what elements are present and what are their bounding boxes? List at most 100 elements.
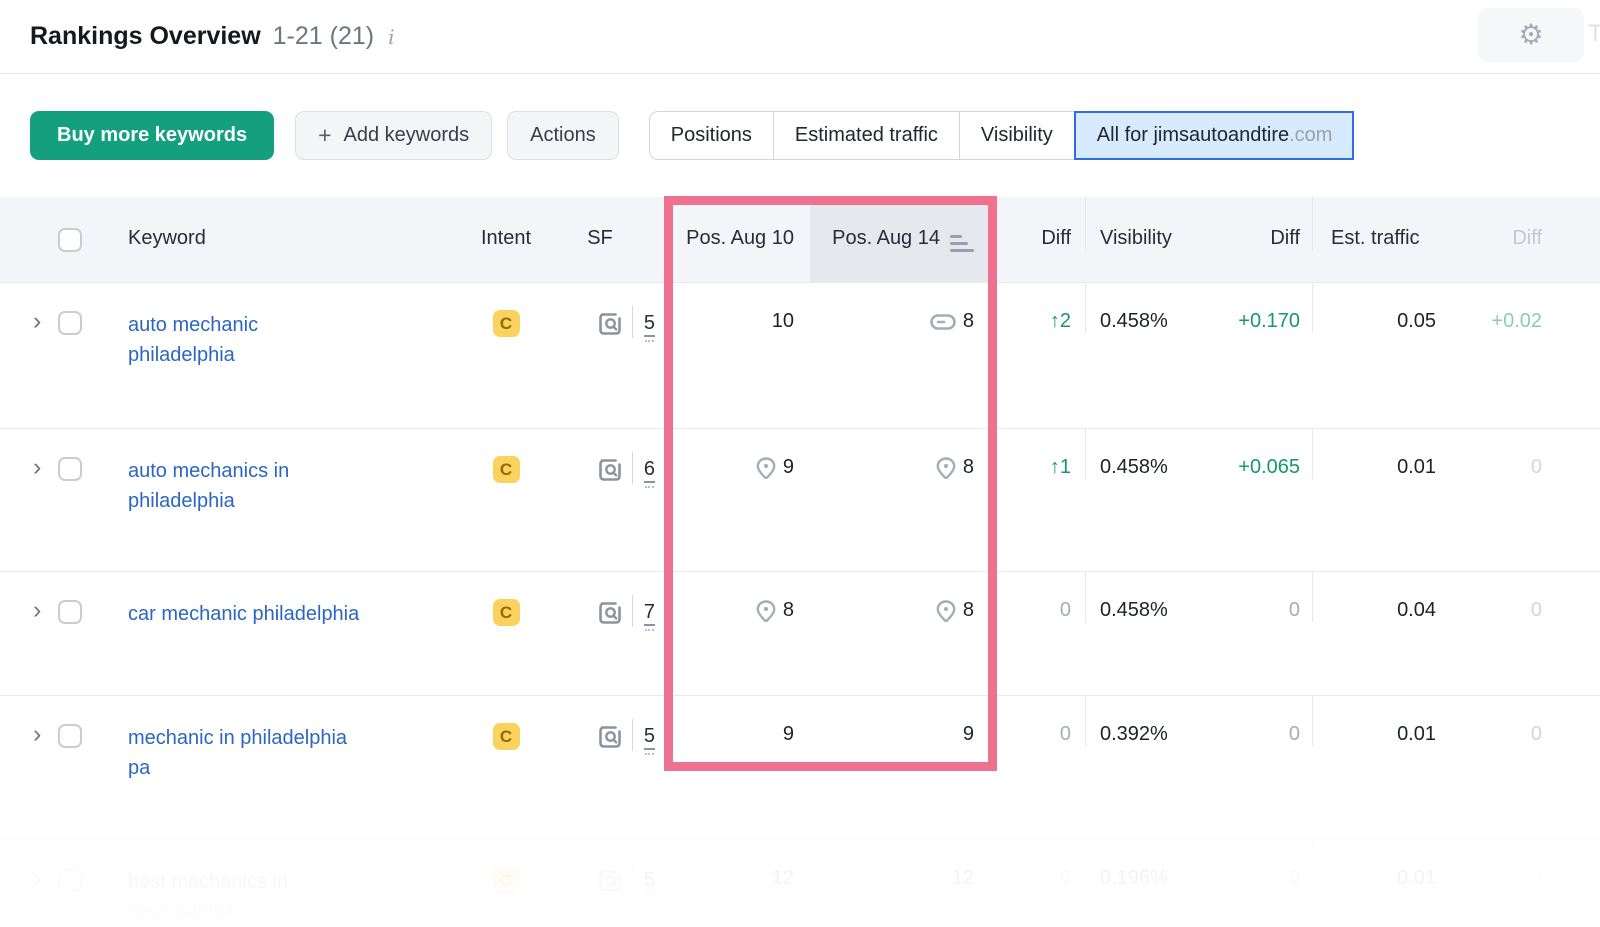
intent-badge[interactable]: C	[493, 723, 520, 750]
expand-row-chevron-icon[interactable]: ›	[33, 456, 41, 478]
divider	[632, 595, 633, 627]
visibility-diff-value: +0.065	[1238, 456, 1300, 479]
est-traffic-value: 0.01	[1397, 456, 1436, 479]
row-checkbox[interactable]	[58, 311, 82, 335]
sf-count[interactable]: 7	[644, 601, 655, 626]
table-row: › mechanic in philadelphia pa C 5 9 9 0 …	[0, 695, 1600, 839]
table-row: › auto mechanic philadelphia C 5 10 8 ↑2…	[0, 282, 1600, 428]
sort-descending-icon	[950, 235, 974, 252]
tab-visibility[interactable]: Visibility	[959, 111, 1075, 160]
intent-badge[interactable]: C	[493, 456, 520, 483]
intent-badge[interactable]: C	[493, 867, 520, 894]
position-aug10-value: 12	[772, 867, 794, 890]
column-header-est-traffic[interactable]: Est. traffic	[1312, 197, 1462, 250]
column-header-diff-position[interactable]: Diff	[990, 197, 1085, 250]
toolbar: Buy more keywords + Add keywords Actions…	[30, 111, 1600, 160]
tab-positions[interactable]: Positions	[649, 111, 774, 160]
est-traffic-diff-value: 0	[1531, 456, 1542, 479]
visibility-value: 0.458%	[1100, 310, 1168, 333]
divider	[632, 863, 633, 895]
column-header-visibility[interactable]: Visibility	[1085, 197, 1235, 250]
keyword-link[interactable]: car mechanic philadelphia	[128, 599, 359, 629]
column-header-pos-aug-14[interactable]: Pos. Aug 14	[810, 197, 990, 282]
position-diff-value: 0	[1060, 867, 1071, 890]
position-diff-value: 0	[1060, 599, 1071, 622]
column-header-diff-traffic[interactable]: Diff	[1462, 197, 1600, 250]
est-traffic-diff-value: 0	[1531, 599, 1542, 622]
visibility-value: 0.458%	[1100, 456, 1168, 479]
expand-row-chevron-icon[interactable]: ›	[33, 310, 41, 332]
row-checkbox[interactable]	[58, 600, 82, 624]
actions-button[interactable]: Actions	[507, 111, 619, 160]
keyword-link[interactable]: best mechanics in philadelphia	[128, 867, 288, 927]
add-keywords-button[interactable]: + Add keywords	[295, 111, 492, 160]
intent-badge[interactable]: C	[493, 310, 520, 337]
sf-count[interactable]: 5	[644, 312, 655, 337]
table-header-row: Keyword Intent SF Pos. Aug 10 Pos. Aug 1…	[0, 197, 1600, 282]
visibility-diff-value: 0	[1289, 723, 1300, 746]
add-keywords-label: Add keywords	[344, 124, 470, 147]
position-diff-value: ↑1	[1050, 456, 1071, 479]
table-row: › car mechanic philadelphia C 7 8 8 0 0.…	[0, 571, 1600, 695]
settings-button[interactable]: ⚙	[1478, 8, 1584, 62]
tab-all-label: All for jimsautoandtire	[1097, 124, 1289, 147]
position-aug10-value: 9	[783, 723, 794, 746]
table-row: › best mechanics in philadelphia C 5 12 …	[0, 839, 1600, 927]
column-header-diff-visibility[interactable]: Diff	[1235, 197, 1312, 250]
intent-badge[interactable]: C	[493, 599, 520, 626]
est-traffic-diff-value: 0	[1531, 723, 1542, 746]
est-traffic-diff-value: 0	[1531, 867, 1542, 890]
info-icon[interactable]: i	[388, 25, 394, 49]
sf-count[interactable]: 6	[644, 458, 655, 483]
serp-features-icon[interactable]	[599, 870, 621, 892]
plus-icon: +	[318, 124, 331, 147]
visibility-value: 0.196%	[1100, 867, 1168, 890]
table-row: › auto mechanics in philadelphia C 6 9 8…	[0, 428, 1600, 571]
expand-row-chevron-icon[interactable]: ›	[33, 599, 41, 621]
row-checkbox[interactable]	[58, 724, 82, 748]
position-aug14-value: 8	[963, 456, 974, 479]
column-header-sf[interactable]: SF	[545, 197, 665, 250]
buy-more-keywords-button[interactable]: Buy more keywords	[30, 111, 274, 160]
position-diff-value: ↑2	[1050, 310, 1071, 333]
visibility-value: 0.458%	[1100, 599, 1168, 622]
keyword-link[interactable]: auto mechanics in philadelphia	[128, 456, 289, 516]
map-pin-icon	[936, 600, 956, 622]
est-traffic-value: 0.01	[1397, 723, 1436, 746]
visibility-diff-value: 0	[1289, 599, 1300, 622]
expander-column-spacer	[0, 197, 58, 227]
position-diff-value: 0	[1060, 723, 1071, 746]
map-pin-icon	[756, 600, 776, 622]
position-aug10-value: 8	[783, 599, 794, 622]
est-traffic-value: 0.04	[1397, 599, 1436, 622]
row-checkbox[interactable]	[58, 868, 82, 892]
map-pin-icon	[756, 457, 776, 479]
expand-row-chevron-icon[interactable]: ›	[33, 723, 41, 745]
page-title: Rankings Overview	[30, 22, 261, 51]
serp-features-icon[interactable]	[599, 602, 621, 624]
serp-features-icon[interactable]	[599, 459, 621, 481]
expand-row-chevron-icon[interactable]: ›	[33, 867, 41, 889]
select-all-checkbox[interactable]	[58, 228, 82, 252]
serp-features-icon[interactable]	[599, 726, 621, 748]
sf-count[interactable]: 5	[644, 725, 655, 750]
est-traffic-value: 0.05	[1397, 310, 1436, 333]
column-header-keyword[interactable]: Keyword	[102, 197, 467, 250]
serp-features-icon[interactable]	[599, 313, 621, 335]
column-header-intent[interactable]: Intent	[467, 197, 545, 250]
row-checkbox[interactable]	[58, 457, 82, 481]
visibility-value: 0.392%	[1100, 723, 1168, 746]
tab-all-for-domain[interactable]: All for jimsautoandtire.com	[1074, 111, 1355, 160]
est-traffic-value: 0.01	[1397, 867, 1436, 890]
position-aug14-value: 8	[963, 599, 974, 622]
position-aug14-value: 12	[952, 867, 974, 890]
tab-estimated-traffic[interactable]: Estimated traffic	[773, 111, 960, 160]
gear-icon: ⚙	[1518, 21, 1543, 49]
keyword-link[interactable]: auto mechanic philadelphia	[128, 310, 258, 370]
keyword-link[interactable]: mechanic in philadelphia pa	[128, 723, 347, 783]
truncated-control-text: T	[1588, 20, 1600, 48]
sf-count[interactable]: 5	[644, 869, 655, 894]
tab-all-suffix: .com	[1289, 124, 1332, 147]
column-header-pos-aug-10[interactable]: Pos. Aug 10	[665, 197, 810, 250]
visibility-diff-value: +0.170	[1238, 310, 1300, 333]
